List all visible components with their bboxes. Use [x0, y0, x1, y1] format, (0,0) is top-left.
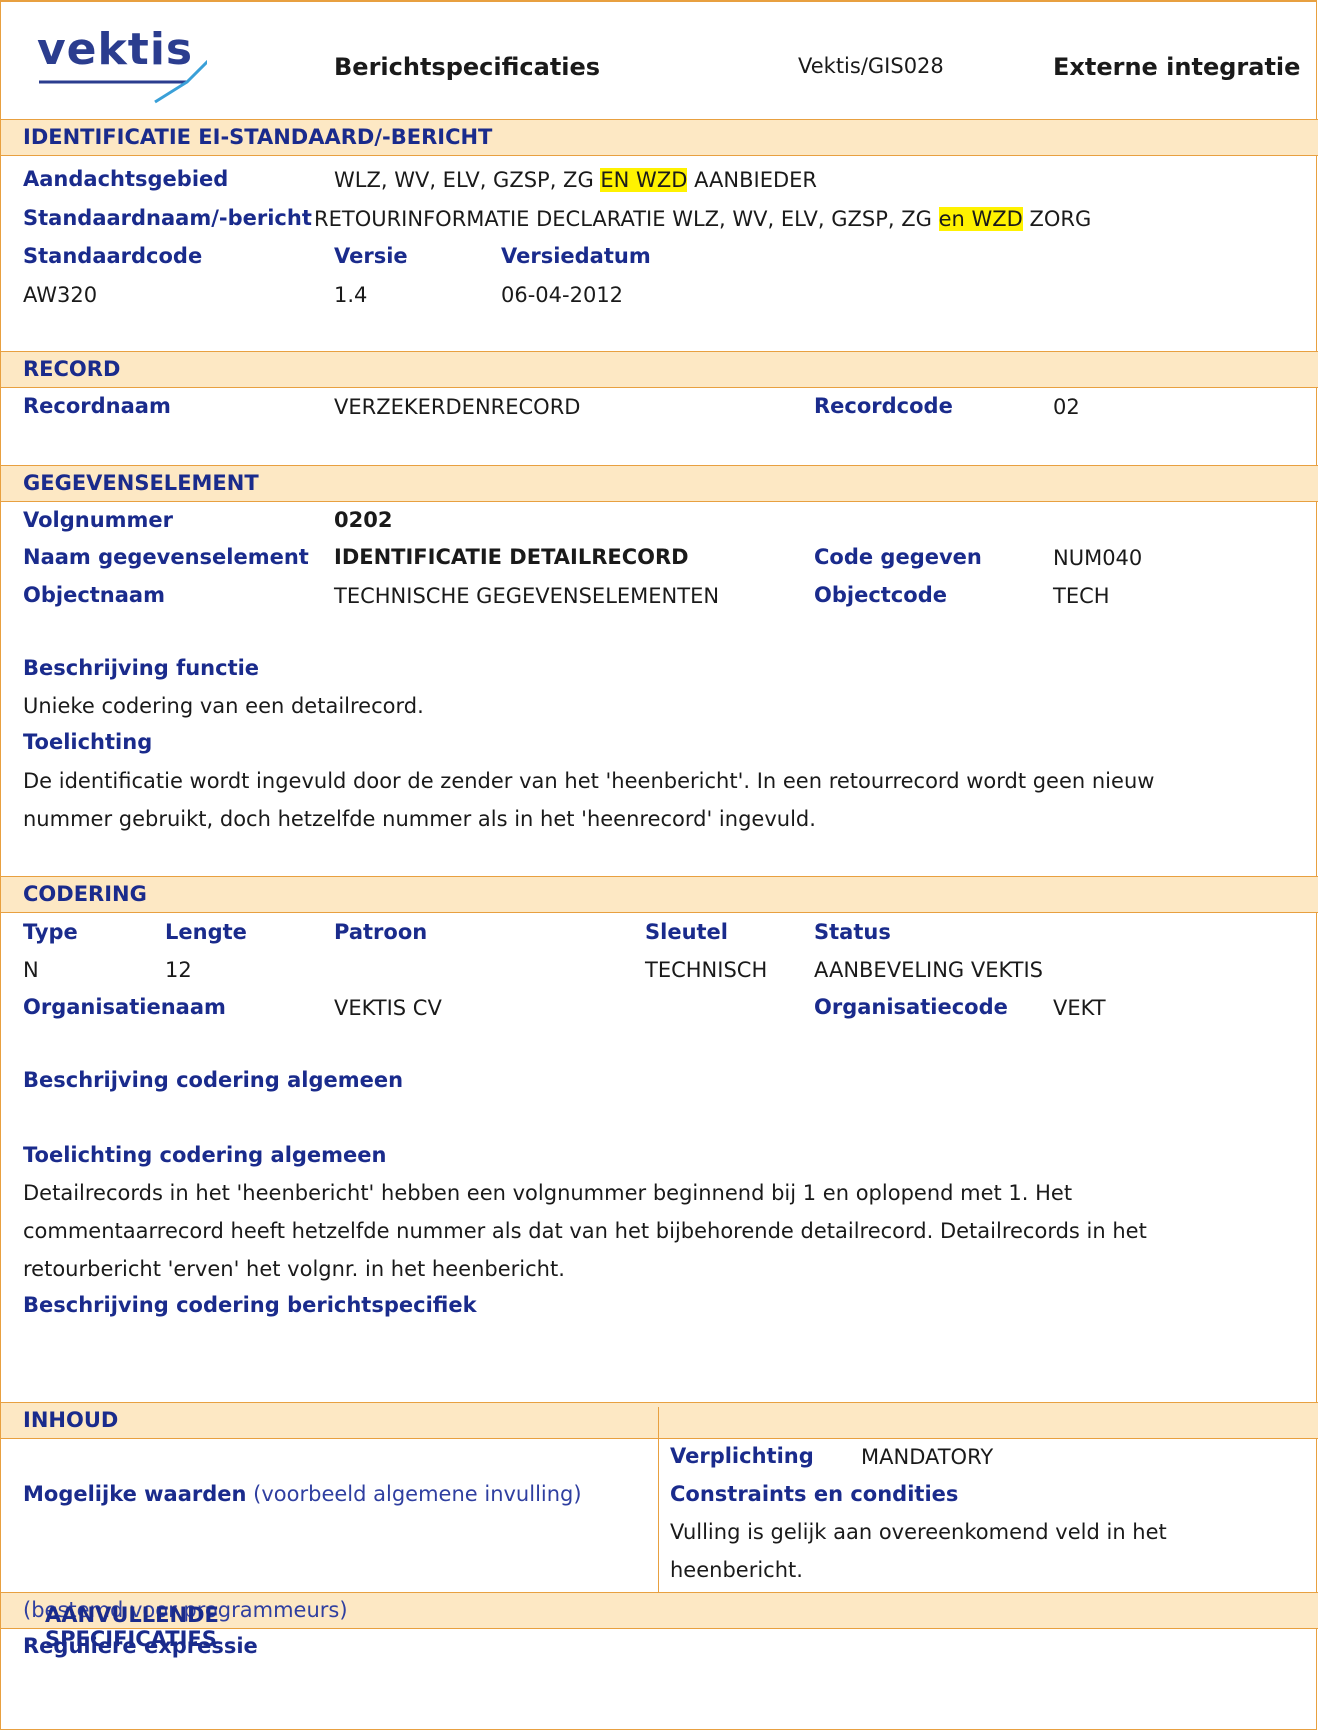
- toelichting-line-1: De identificatie wordt ingevuld door de …: [23, 769, 1155, 793]
- page-header: vektis Berichtspecificaties Vektis/GIS02…: [1, 2, 1318, 120]
- section-record: RECORD: [1, 351, 1318, 388]
- logo-swoosh-icon: [39, 59, 207, 104]
- versiedatum-label: Versiedatum: [501, 244, 651, 268]
- standaardnaam-value: RETOURINFORMATIE DECLARATIE WLZ, WV, ELV…: [314, 207, 1092, 231]
- volgnummer-value: 0202: [334, 508, 393, 532]
- sleutel-value: TECHNISCH: [645, 958, 768, 982]
- toelichting-line-2: nummer gebruikt, doch hetzelfde nummer a…: [23, 807, 816, 831]
- section-gegevenselement: GEGEVENSELEMENT: [1, 465, 1318, 502]
- code-gegeven-label: Code gegeven: [814, 545, 982, 569]
- versiedatum-value: 06-04-2012: [501, 283, 624, 307]
- reguliere-expressie-label: Reguliere expressie: [23, 1634, 258, 1658]
- type-value: N: [23, 958, 39, 982]
- aandachtsgebied-value: WLZ, WV, ELV, GZSP, ZG EN WZD AANBIEDER: [334, 168, 817, 192]
- patroon-label: Patroon: [334, 920, 428, 944]
- standaardcode-value: AW320: [23, 283, 98, 307]
- objectcode-value: TECH: [1053, 584, 1110, 608]
- section-aanvullende-specificaties: AANVULLENDE SPECIFICATIES (bestemd voor …: [1, 1592, 1318, 1651]
- mogelijke-waarden-label: Mogelijke waarden (voorbeeld algemene in…: [23, 1482, 582, 1506]
- vektis-logo: vektis: [37, 24, 207, 114]
- highlight-en-wzd-2: en WZD: [938, 207, 1023, 231]
- versie-label: Versie: [334, 244, 408, 268]
- lengte-value: 12: [165, 958, 192, 982]
- header-title: Berichtspecificaties: [334, 53, 601, 81]
- specification-page: vektis Berichtspecificaties Vektis/GIS02…: [0, 0, 1318, 1730]
- objectnaam-value: TECHNISCHE GEGEVENSELEMENTEN: [334, 584, 720, 608]
- beschrijving-functie-value: Unieke codering van een detailrecord.: [23, 694, 424, 718]
- verplichting-label: Verplichting: [670, 1444, 814, 1468]
- status-label: Status: [814, 920, 891, 944]
- volgnummer-label: Volgnummer: [23, 508, 174, 532]
- toelichting-label: Toelichting: [23, 730, 153, 754]
- verplichting-value: MANDATORY: [861, 1445, 994, 1469]
- standaardnaam-label: Standaardnaam/-bericht: [23, 206, 312, 230]
- beschrijving-functie-label: Beschrijving functie: [23, 656, 260, 680]
- lengte-label: Lengte: [165, 920, 247, 944]
- inhoud-divider: [658, 1407, 659, 1592]
- toelichting-codering-line-1: Detailrecords in het 'heenbericht' hebbe…: [23, 1181, 1073, 1205]
- beschrijving-codering-berichtspecifiek-label: Beschrijving codering berichtspecifiek: [23, 1293, 477, 1317]
- aandachtsgebied-label: Aandachtsgebied: [23, 167, 229, 191]
- sleutel-label: Sleutel: [645, 920, 728, 944]
- recordcode-label: Recordcode: [814, 394, 953, 418]
- beschrijving-codering-algemeen-label: Beschrijving codering algemeen: [23, 1068, 404, 1092]
- objectnaam-label: Objectnaam: [23, 583, 165, 607]
- section-inhoud: INHOUD: [1, 1402, 1318, 1439]
- recordnaam-label: Recordnaam: [23, 394, 171, 418]
- toelichting-codering-line-2: commentaarrecord heeft hetzelfde nummer …: [23, 1219, 1147, 1243]
- code-gegeven-value: NUM040: [1053, 546, 1143, 570]
- naam-gegevenselement-value: IDENTIFICATIE DETAILRECORD: [334, 545, 689, 569]
- objectcode-label: Objectcode: [814, 583, 947, 607]
- section-identificatie: IDENTIFICATIE EI-STANDAARD/-BERICHT: [1, 119, 1318, 156]
- constraints-line-1: Vulling is gelijk aan overeenkomend veld…: [670, 1520, 1167, 1544]
- section-codering: CODERING: [1, 876, 1318, 913]
- naam-gegevenselement-label: Naam gegevenselement: [23, 545, 309, 569]
- standaardcode-label: Standaardcode: [23, 244, 203, 268]
- highlight-en-wzd: EN WZD: [600, 168, 688, 192]
- organisatienaam-value: VEKTIS CV: [334, 996, 442, 1020]
- header-right-title: Externe integratie: [1053, 53, 1301, 81]
- constraints-label: Constraints en condities: [670, 1482, 959, 1506]
- type-label: Type: [23, 920, 78, 944]
- toelichting-codering-line-3: retourbericht 'erven' het volgnr. in het…: [23, 1257, 565, 1281]
- toelichting-codering-algemeen-label: Toelichting codering algemeen: [23, 1143, 387, 1167]
- versie-value: 1.4: [334, 283, 368, 307]
- recordcode-value: 02: [1053, 395, 1080, 419]
- header-code: Vektis/GIS028: [798, 54, 944, 78]
- organisatiecode-value: VEKT: [1053, 996, 1106, 1020]
- recordnaam-value: VERZEKERDENRECORD: [334, 395, 581, 419]
- organisatienaam-label: Organisatienaam: [23, 995, 226, 1019]
- status-value: AANBEVELING VEKTIS: [814, 958, 1044, 982]
- organisatiecode-label: Organisatiecode: [814, 995, 1008, 1019]
- constraints-line-2: heenbericht.: [670, 1558, 803, 1582]
